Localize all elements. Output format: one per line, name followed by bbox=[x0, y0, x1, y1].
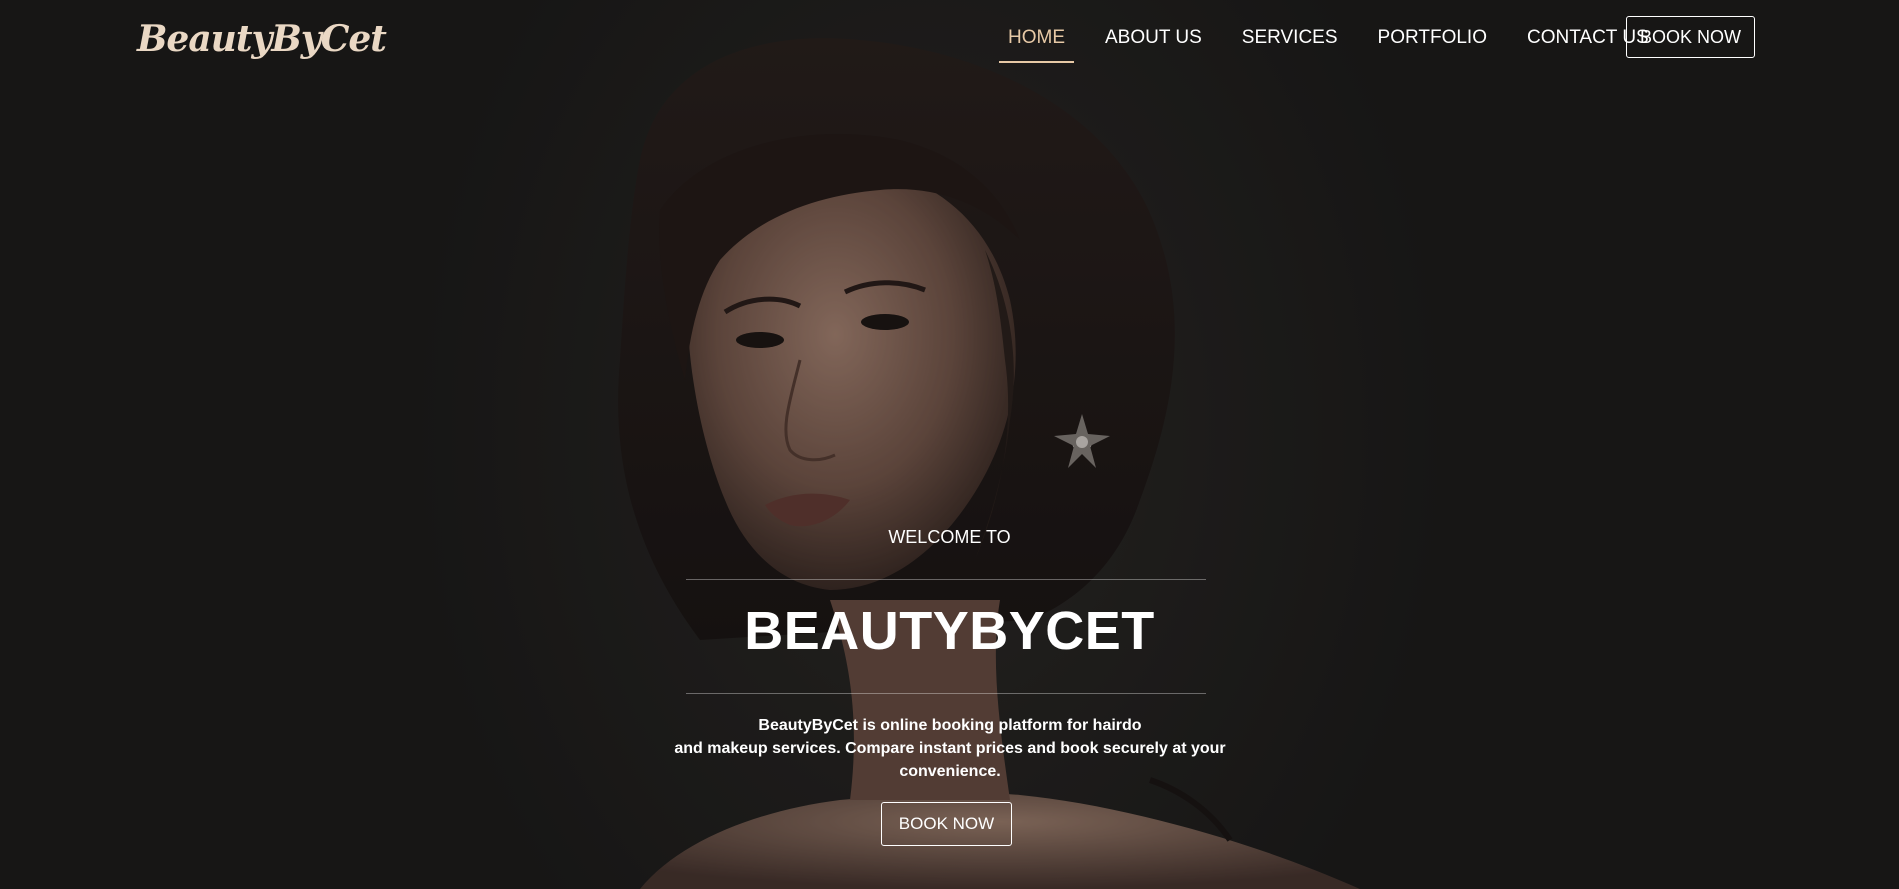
hero-divider-bottom bbox=[686, 693, 1206, 694]
nav-item-portfolio[interactable]: PORTFOLIO bbox=[1378, 27, 1487, 49]
hero-description-line: convenience. bbox=[899, 763, 1001, 780]
nav-item-about-us[interactable]: ABOUT US bbox=[1105, 27, 1202, 49]
brand-logo[interactable]: BeautyByCet bbox=[137, 18, 387, 60]
hero-description-line: and makeup services. Compare instant pri… bbox=[674, 740, 1226, 757]
nav-item-services[interactable]: SERVICES bbox=[1242, 27, 1338, 49]
nav-item-home[interactable]: HOME bbox=[999, 27, 1074, 63]
hero-title: BEAUTYBYCET bbox=[744, 601, 1155, 661]
hero-book-now-button[interactable]: BOOK NOW bbox=[881, 802, 1012, 846]
hero-description: BeautyByCet is online booking platform f… bbox=[650, 714, 1250, 783]
main-nav: HOME ABOUT US SERVICES PORTFOLIO CONTACT… bbox=[999, 26, 1689, 63]
hero-description-line: BeautyByCet is online booking platform f… bbox=[758, 717, 1142, 734]
hero-section: BeautyByCet HOME ABOUT US SERVICES PORTF… bbox=[0, 0, 1899, 889]
hero-divider-top bbox=[686, 579, 1206, 580]
hero-welcome-text: WELCOME TO bbox=[888, 527, 1011, 547]
nav-book-now-button[interactable]: BOOK NOW bbox=[1626, 16, 1755, 58]
